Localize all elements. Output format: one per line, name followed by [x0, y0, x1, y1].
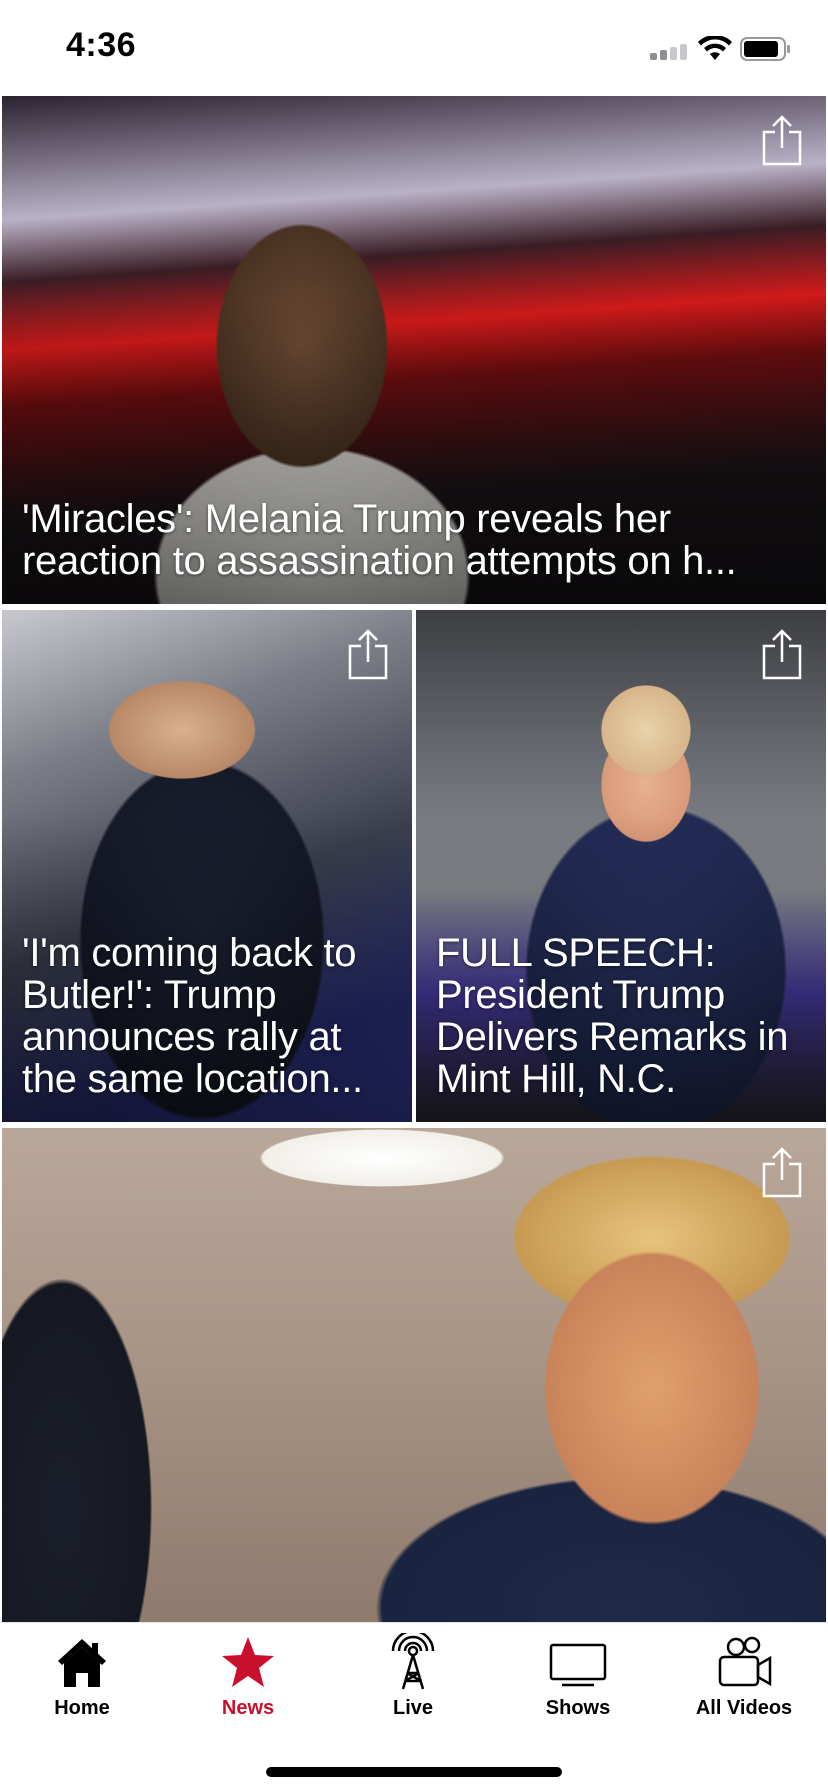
tab-live[interactable]: Live — [343, 1631, 483, 1731]
tab-label: Home — [54, 1697, 110, 1719]
feed-card[interactable]: 'Miracles': Melania Trump reveals her re… — [2, 96, 826, 604]
tab-news[interactable]: News — [178, 1631, 318, 1731]
home-icon — [58, 1639, 106, 1687]
story-photo — [2, 1128, 826, 1622]
tab-label: All Videos — [695, 1697, 793, 1719]
share-icon[interactable] — [760, 1146, 804, 1198]
video-camera-icon — [718, 1636, 772, 1687]
feed-card[interactable]: 'I'm coming back to Butler!': Trump anno… — [2, 610, 412, 1122]
star-icon — [222, 1637, 274, 1687]
status-time: 4:36 — [66, 26, 137, 64]
tab-shows[interactable]: Shows — [508, 1631, 648, 1731]
tab-all-videos[interactable]: All Videos — [674, 1631, 814, 1731]
tab-label: Live — [392, 1697, 434, 1719]
story-headline: 'I'm coming back to Butler!': Trump anno… — [22, 931, 363, 1101]
tab-label: News — [221, 1697, 275, 1719]
tab-home[interactable]: Home — [12, 1631, 152, 1731]
status-bar: 4:36 — [0, 0, 828, 96]
story-headline: 'Miracles': Melania Trump reveals her re… — [22, 497, 737, 583]
story-headline: FULL SPEECH: President Trump Delivers Re… — [436, 931, 789, 1101]
feed-card[interactable]: FULL SPEECH: President Trump Delivers Re… — [416, 610, 826, 1122]
wifi-icon — [698, 36, 732, 60]
share-icon[interactable] — [760, 628, 804, 680]
feed-card[interactable] — [2, 1128, 826, 1622]
battery-icon — [740, 37, 790, 61]
share-icon[interactable] — [346, 628, 390, 680]
cellular-signal-icon — [650, 44, 690, 60]
broadcast-tower-icon — [391, 1633, 435, 1690]
share-icon[interactable] — [760, 114, 804, 166]
tv-icon — [549, 1643, 607, 1687]
home-indicator[interactable] — [266, 1767, 562, 1777]
tab-label: Shows — [545, 1697, 611, 1719]
